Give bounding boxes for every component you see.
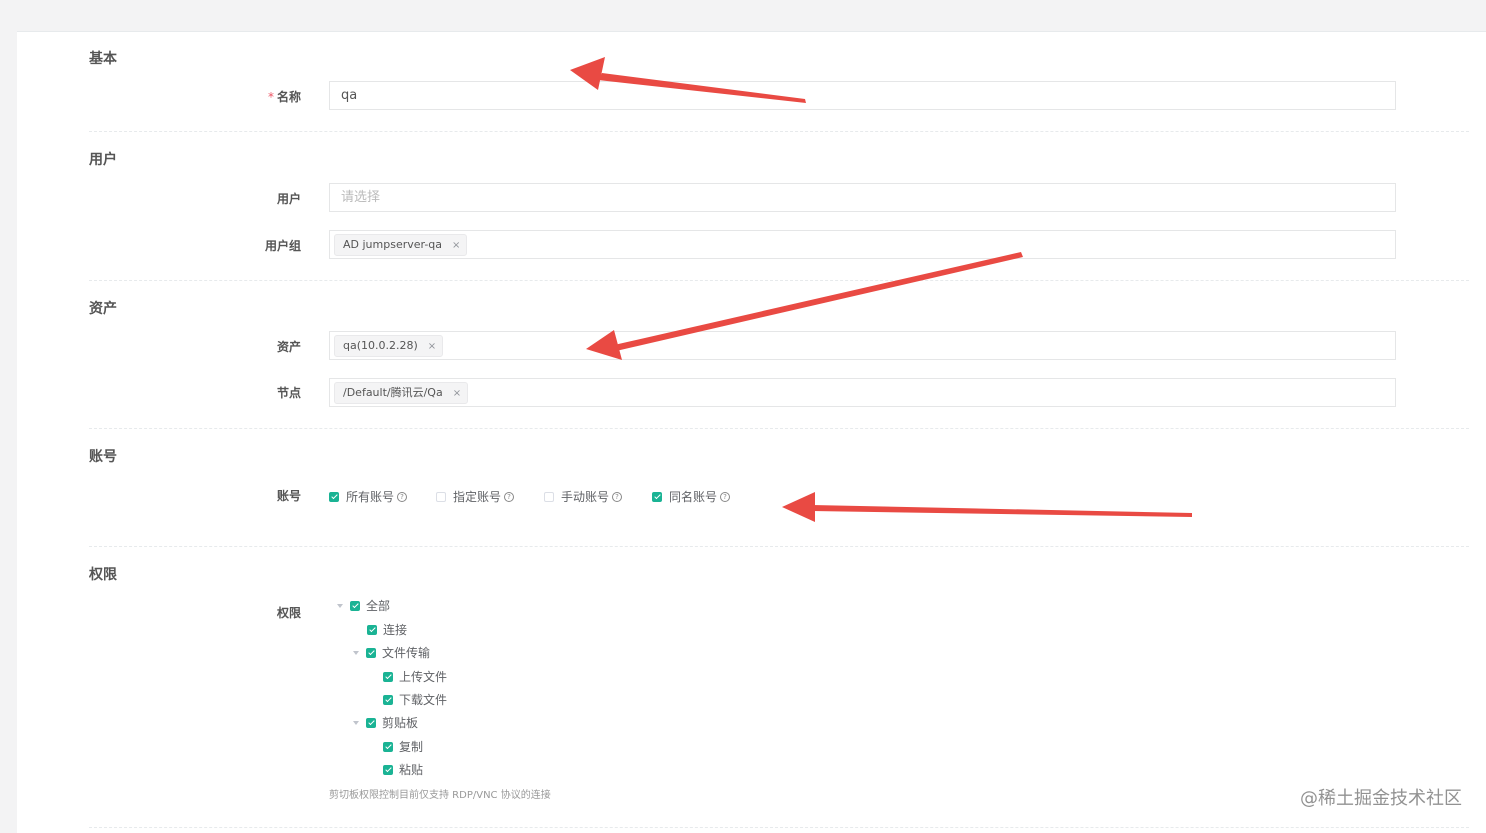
tree-node-label: 下载文件: [399, 693, 448, 707]
assets-label: 资产: [276, 340, 301, 354]
nodes-select[interactable]: /Default/腾讯云/Qa ×: [329, 378, 1396, 407]
section-user-title: 用户: [89, 152, 117, 168]
watermark: @稀土掘金技术社区: [1300, 788, 1462, 809]
checkbox-checked-icon[interactable]: [383, 764, 393, 775]
tree-node-upload[interactable]: 上传文件: [383, 668, 447, 685]
account-option-specified[interactable]: 指定账号?: [436, 488, 515, 505]
account-option-label: 手动账号: [561, 490, 610, 504]
account-option-all[interactable]: 所有账号?: [329, 488, 408, 505]
checkbox-icon[interactable]: [436, 491, 446, 502]
name-input[interactable]: qa: [329, 81, 1396, 110]
account-option-same-name[interactable]: 同名账号?: [652, 488, 731, 505]
checkbox-checked-icon[interactable]: [367, 624, 377, 635]
account-option-label: 所有账号: [346, 490, 395, 504]
tree-node-download[interactable]: 下载文件: [383, 691, 447, 708]
tree-node-label: 复制: [399, 740, 424, 754]
help-icon[interactable]: ?: [504, 491, 515, 502]
tag-close-icon[interactable]: ×: [428, 341, 436, 352]
checkbox-checked-icon[interactable]: [366, 717, 376, 728]
section-asset-title: 资产: [89, 301, 117, 317]
caret-down-icon[interactable]: [337, 603, 343, 608]
section-divider: [89, 827, 1469, 828]
help-icon[interactable]: ?: [397, 491, 408, 502]
tree-node-label: 文件传输: [382, 646, 431, 660]
section-permission-title: 权限: [89, 567, 117, 583]
permissions-label: 权限: [276, 606, 301, 620]
checkbox-checked-icon[interactable]: [329, 491, 339, 502]
tag-label: qa(10.0.2.28): [343, 339, 418, 352]
user-groups-label: 用户组: [264, 239, 301, 253]
user-groups-select[interactable]: AD jumpserver-qa ×: [329, 230, 1396, 259]
help-icon[interactable]: ?: [612, 491, 623, 502]
users-select[interactable]: 请选择: [329, 183, 1396, 212]
section-divider: [89, 131, 1469, 132]
clipboard-help-text: 剪切板权限控制目前仅支持 RDP/VNC 协议的连接: [329, 790, 551, 801]
account-option-label: 指定账号: [453, 490, 502, 504]
tag-label: AD jumpserver-qa: [343, 238, 443, 251]
checkbox-checked-icon[interactable]: [383, 694, 393, 705]
section-divider: [89, 546, 1469, 547]
checkbox-checked-icon[interactable]: [366, 647, 376, 658]
tag-close-icon[interactable]: ×: [452, 240, 460, 251]
checkbox-checked-icon[interactable]: [652, 491, 662, 502]
tree-node-label: 粘贴: [399, 763, 424, 777]
section-divider: [89, 428, 1469, 429]
tree-node-label: 上传文件: [399, 670, 448, 684]
checkbox-checked-icon[interactable]: [350, 600, 360, 611]
checkbox-icon[interactable]: [544, 491, 554, 502]
caret-down-icon[interactable]: [353, 720, 359, 725]
tree-node-paste[interactable]: 粘贴: [383, 761, 423, 778]
tree-node-label: 剪贴板: [382, 716, 419, 730]
tag-user-group: AD jumpserver-qa ×: [334, 234, 468, 256]
tree-node-all[interactable]: 全部: [337, 597, 390, 614]
tag-close-icon[interactable]: ×: [453, 388, 461, 399]
name-label: * 名称: [121, 88, 301, 105]
section-basic-title: 基本: [89, 51, 117, 67]
tree-node-connect[interactable]: 连接: [367, 621, 407, 638]
tree-node-copy[interactable]: 复制: [383, 738, 423, 755]
caret-down-icon[interactable]: [353, 650, 359, 655]
help-icon[interactable]: ?: [720, 491, 731, 502]
assets-select[interactable]: qa(10.0.2.28) ×: [329, 331, 1396, 360]
account-option-manual[interactable]: 手动账号?: [544, 488, 623, 505]
section-divider: [89, 280, 1469, 281]
section-account-title: 账号: [89, 449, 117, 465]
required-mark: *: [267, 90, 274, 104]
tree-node-file-transfer[interactable]: 文件传输: [353, 644, 430, 661]
name-label-text: 名称: [276, 90, 301, 104]
users-label: 用户: [276, 192, 301, 206]
form-card: 基本 * 名称 qa 用户 用户 请选择 用户组 AD jumpserver-qa…: [17, 31, 1486, 833]
accounts-label: 账号: [276, 489, 301, 503]
nodes-label: 节点: [276, 386, 301, 400]
tree-node-clipboard[interactable]: 剪贴板: [353, 714, 418, 731]
checkbox-checked-icon[interactable]: [383, 671, 393, 682]
tree-node-label: 全部: [366, 599, 391, 613]
tree-node-label: 连接: [383, 623, 408, 637]
checkbox-checked-icon[interactable]: [383, 741, 393, 752]
tag-label: /Default/腾讯云/Qa: [343, 386, 443, 399]
account-option-label: 同名账号: [669, 490, 718, 504]
tag-asset: qa(10.0.2.28) ×: [334, 335, 444, 357]
tag-node: /Default/腾讯云/Qa ×: [334, 382, 469, 404]
